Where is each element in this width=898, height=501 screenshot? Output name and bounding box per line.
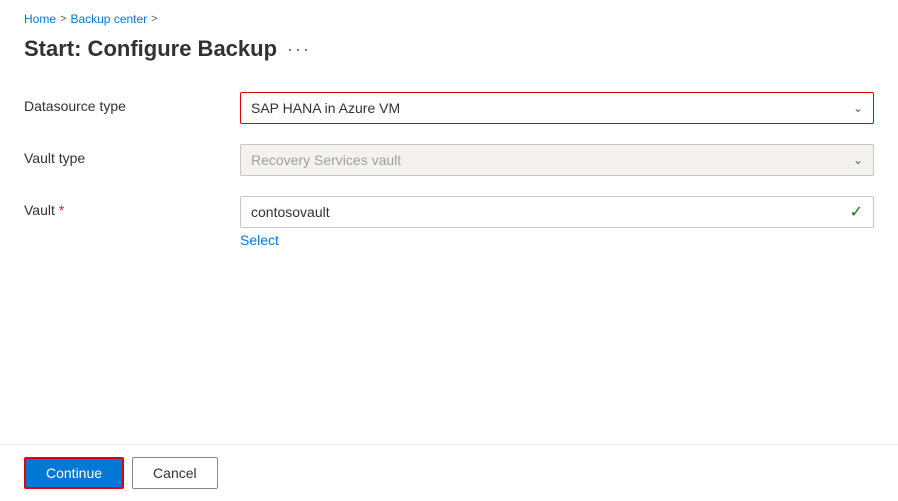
breadcrumb-sep-1: > — [60, 13, 66, 25]
breadcrumb-home[interactable]: Home — [24, 12, 56, 26]
vault-valid-icon: ✓ — [850, 202, 863, 222]
page-title: Start: Configure Backup — [24, 36, 277, 62]
vault-type-dropdown: Recovery Services vault ⌄ — [240, 144, 874, 176]
footer: Continue Cancel — [0, 444, 898, 501]
datasource-type-label: Datasource type — [24, 92, 224, 114]
vault-type-label: Vault type — [24, 144, 224, 166]
vault-type-placeholder: Recovery Services vault — [251, 152, 401, 168]
vault-required-indicator: * — [59, 202, 64, 218]
datasource-chevron-icon: ⌄ — [853, 101, 863, 115]
datasource-type-value: SAP HANA in Azure VM — [251, 100, 400, 116]
continue-button[interactable]: Continue — [24, 457, 124, 489]
vault-control: contosovault ✓ Select — [240, 196, 874, 248]
breadcrumb: Home > Backup center > — [24, 12, 874, 26]
vault-select-link[interactable]: Select — [240, 232, 279, 248]
vault-type-chevron-icon: ⌄ — [853, 153, 863, 167]
breadcrumb-sep-2: > — [151, 13, 157, 25]
vault-row: Vault * contosovault ✓ Select — [24, 196, 874, 248]
vault-type-row: Vault type Recovery Services vault ⌄ — [24, 144, 874, 176]
datasource-type-dropdown[interactable]: SAP HANA in Azure VM ⌄ — [240, 92, 874, 124]
cancel-button[interactable]: Cancel — [132, 457, 218, 489]
breadcrumb-backup-center[interactable]: Backup center — [70, 12, 147, 26]
configure-backup-form: Datasource type SAP HANA in Azure VM ⌄ V… — [24, 92, 874, 248]
vault-type-control: Recovery Services vault ⌄ — [240, 144, 874, 176]
vault-label: Vault * — [24, 196, 224, 218]
datasource-type-control: SAP HANA in Azure VM ⌄ — [240, 92, 874, 124]
page-header: Start: Configure Backup ··· — [24, 36, 874, 62]
vault-dropdown[interactable]: contosovault ✓ — [240, 196, 874, 228]
more-options-icon[interactable]: ··· — [287, 39, 311, 60]
vault-value: contosovault — [251, 204, 330, 220]
datasource-type-row: Datasource type SAP HANA in Azure VM ⌄ — [24, 92, 874, 124]
